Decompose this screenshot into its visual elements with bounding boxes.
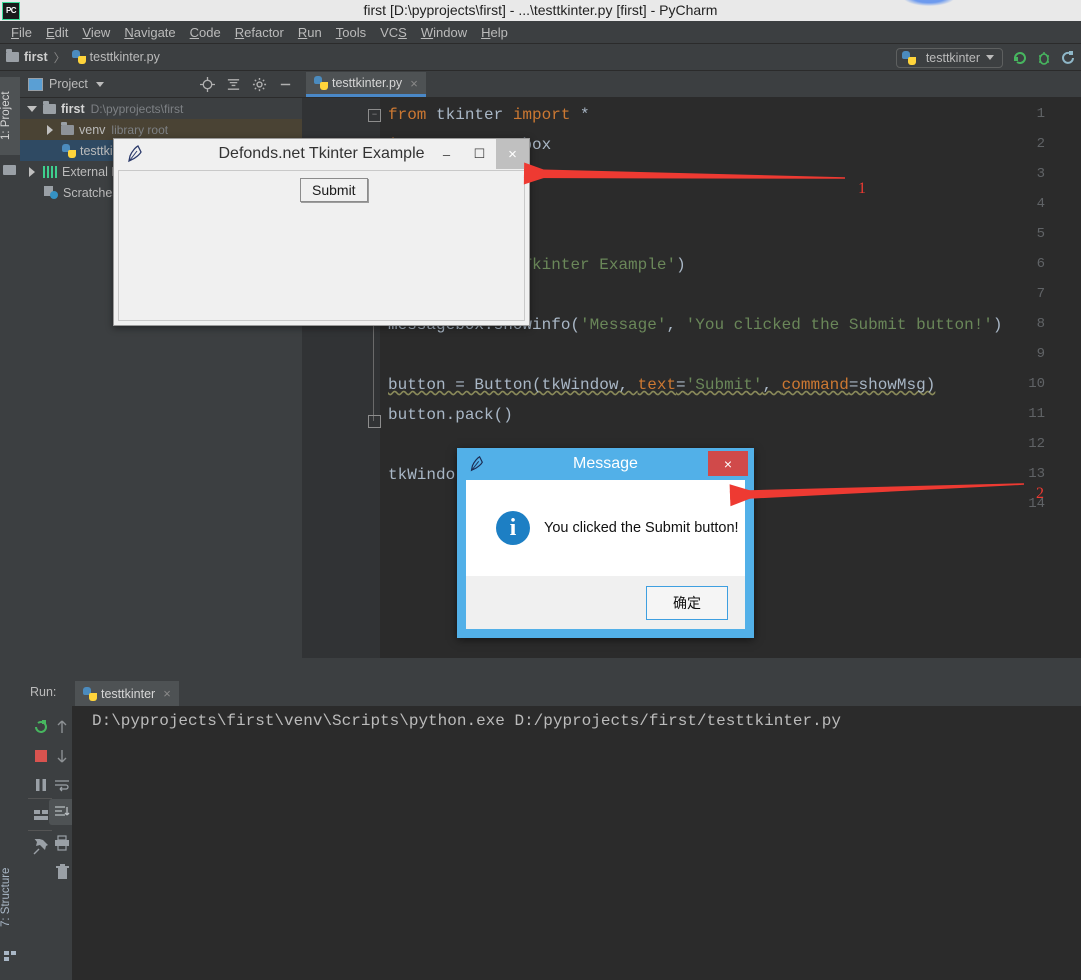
annotation-number: 2	[1036, 485, 1044, 502]
annotation-arrow	[523, 162, 846, 185]
annotation-number: 1	[858, 180, 866, 197]
annotation-arrows	[523, 162, 1025, 507]
annotation-arrow	[729, 483, 1025, 507]
